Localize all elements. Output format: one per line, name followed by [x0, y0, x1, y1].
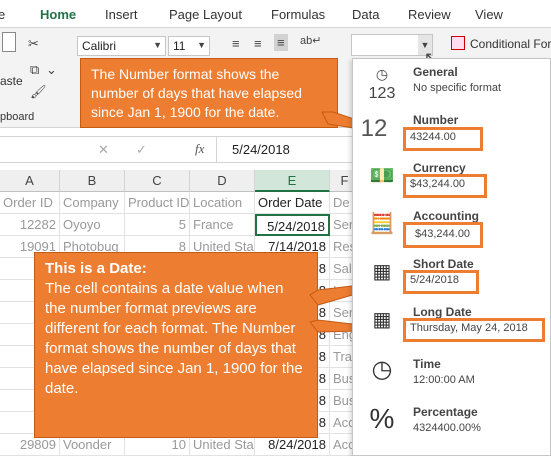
clock-icon: ◷ [371, 356, 393, 383]
conditional-format-icon[interactable] [451, 36, 465, 50]
column-header-d[interactable]: D [190, 170, 255, 192]
table-cell[interactable]: 5 [125, 214, 190, 236]
format-preview: 12:00:00 AM [413, 374, 475, 386]
format-preview: $43,244.00 [415, 228, 471, 240]
format-preview: 5/24/2018 [410, 274, 459, 286]
currency-icon: 💵 [369, 165, 395, 187]
wrap-text-icon[interactable]: ab↵ [300, 34, 321, 47]
tab-review[interactable]: Review [408, 7, 451, 22]
align-top-icon[interactable]: ≡ [232, 36, 240, 51]
chevron-down-icon[interactable]: ⌄ [46, 62, 57, 78]
calendar-icon: ▦ [372, 309, 392, 331]
calendar-icon: ▦ [372, 261, 392, 283]
callout-title: This is a Date: [45, 260, 147, 277]
active-cell[interactable]: 5/24/2018 [255, 214, 330, 236]
font-size-value: 11 [173, 39, 186, 53]
format-name: Currency [413, 161, 466, 175]
format-preview: 43244.00 [410, 131, 456, 143]
format-painter-icon[interactable]: 🖌 [30, 84, 47, 100]
insert-function-icon[interactable]: fx [195, 141, 204, 157]
format-short-date[interactable]: ▦ Short Date 5/24/2018 [353, 251, 550, 299]
cancel-icon[interactable]: ✕ [98, 142, 109, 158]
tab-data[interactable]: Data [352, 7, 379, 22]
font-name-combo[interactable]: Calibri ▼ [77, 36, 166, 56]
copy-icon[interactable]: ⧉ [30, 62, 39, 78]
formula-input[interactable]: 5/24/2018 [232, 142, 290, 157]
divider [216, 137, 217, 162]
format-general[interactable]: ◷ 123 General No specific format [353, 59, 550, 107]
number-format-dropdown: ◷ 123 General No specific format 12 Numbe… [352, 58, 551, 456]
format-time[interactable]: ◷ Time 12:00:00 AM [353, 347, 550, 395]
align-middle-icon[interactable]: ≡ [254, 36, 262, 51]
123-icon: ◷ 123 [368, 66, 396, 102]
format-name: Long Date [413, 305, 472, 319]
chevron-down-icon: ▼ [197, 40, 206, 50]
format-name: Number [413, 113, 459, 127]
table-cell[interactable]: 12282 [0, 214, 60, 236]
column-header-b[interactable]: B [60, 170, 125, 192]
column-header-e[interactable]: E [255, 170, 330, 192]
paste-label[interactable]: aste [0, 74, 23, 88]
callout-number-format: The Number format shows the number of da… [80, 58, 338, 128]
header-cell[interactable]: Order ID [0, 192, 60, 214]
conditional-format-button[interactable]: Conditional For [470, 37, 551, 51]
callout-body: The cell contains a date value when the … [45, 280, 303, 397]
format-currency[interactable]: 💵 Currency $43,244.00 [353, 155, 550, 203]
format-name: General [413, 65, 458, 79]
align-bottom-icon[interactable]: ≡ [274, 34, 288, 51]
header-cell[interactable]: Product ID [125, 192, 190, 214]
tab-home[interactable]: Home [40, 7, 77, 30]
column-header-a[interactable]: A [0, 170, 60, 192]
paste-icon[interactable] [2, 32, 16, 52]
format-preview: Thursday, May 24, 2018 [410, 322, 528, 334]
ribbon-tabs: e Home Insert Page Layout Formulas Data … [0, 0, 551, 30]
accounting-icon: 🧮 [369, 213, 395, 235]
percent-icon: % [369, 403, 395, 434]
column-header-c[interactable]: C [125, 170, 190, 192]
tab-file-fragment[interactable]: e [0, 7, 5, 22]
table-cell[interactable]: France [190, 214, 255, 236]
font-name-value: Calibri [82, 39, 117, 53]
header-cell[interactable]: Order Date [255, 192, 330, 214]
tab-page-layout[interactable]: Page Layout [169, 7, 242, 22]
format-long-date[interactable]: ▦ Long Date Thursday, May 24, 2018 [353, 299, 550, 347]
callout-date-explanation: This is a Date: The cell contains a date… [34, 252, 318, 438]
format-percentage[interactable]: % Percentage 4324400.00% [353, 395, 550, 443]
format-number[interactable]: 12 Number 43244.00 [353, 107, 550, 155]
clipboard-group-label: pboard [0, 111, 35, 123]
format-name: Percentage [413, 405, 478, 419]
header-cell[interactable]: Location [190, 192, 255, 214]
table-cell[interactable]: Oyoyo [60, 214, 125, 236]
format-name: Short Date [413, 257, 474, 271]
format-preview: 4324400.00% [413, 422, 481, 434]
enter-icon[interactable]: ✓ [136, 142, 147, 158]
12-icon: 12 [360, 115, 388, 142]
format-name: Time [413, 357, 441, 371]
tab-insert[interactable]: Insert [105, 7, 138, 22]
format-preview: $43,244.00 [410, 178, 466, 190]
tab-formulas[interactable]: Formulas [271, 7, 325, 22]
cut-icon[interactable]: ✂ [28, 36, 39, 52]
chevron-down-icon: ▼ [153, 40, 162, 50]
format-accounting[interactable]: 🧮 Accounting $43,244.00 [353, 203, 550, 251]
header-cell[interactable]: Company [60, 192, 125, 214]
tab-view[interactable]: View [475, 7, 503, 22]
font-size-combo[interactable]: 11 ▼ [168, 36, 210, 56]
format-preview: No specific format [413, 82, 502, 94]
number-format-combo[interactable]: ▼ [351, 34, 433, 56]
format-name: Accounting [413, 209, 479, 223]
